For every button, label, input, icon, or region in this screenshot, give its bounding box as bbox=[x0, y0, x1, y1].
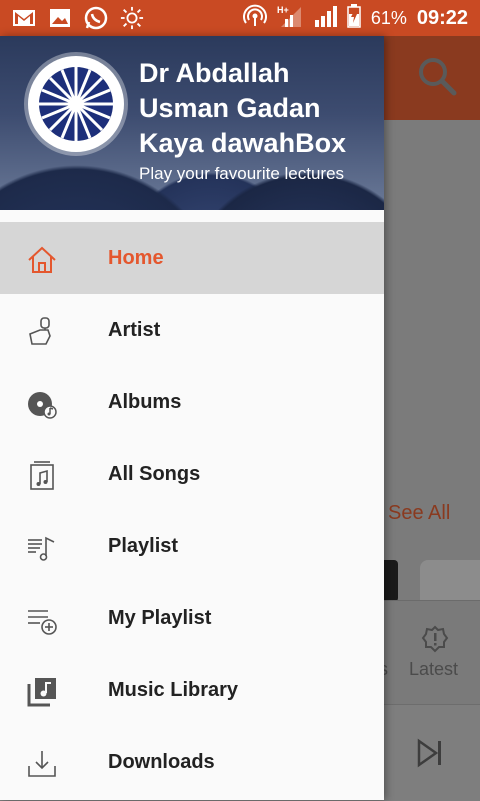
menu-label: Artist bbox=[108, 318, 161, 341]
album-thumbnail[interactable] bbox=[420, 560, 480, 602]
app-subtitle: Play your favourite lectures bbox=[139, 164, 345, 183]
album-thumbnail[interactable] bbox=[384, 560, 398, 602]
clock: 09:22 bbox=[416, 6, 468, 29]
menu-item-albums[interactable]: Albums bbox=[0, 366, 384, 438]
songs-icon bbox=[26, 460, 58, 492]
battery-percent: 61% bbox=[370, 7, 407, 28]
menu-item-all-songs[interactable]: All Songs bbox=[0, 438, 384, 510]
app-logo bbox=[28, 56, 124, 152]
menu-item-downloads[interactable]: Downloads bbox=[0, 726, 384, 798]
svg-text:H+: H+ bbox=[277, 5, 289, 15]
network-hplus-icon: H+ bbox=[277, 3, 303, 34]
download-icon bbox=[26, 748, 58, 780]
menu-label: Albums bbox=[108, 390, 182, 413]
see-all-link[interactable]: See All bbox=[388, 502, 450, 525]
home-icon bbox=[26, 244, 58, 276]
latest-icon bbox=[421, 625, 449, 658]
gallery-icon bbox=[48, 6, 72, 30]
menu-item-my-playlist[interactable]: My Playlist bbox=[0, 582, 384, 654]
add-playlist-icon bbox=[26, 604, 58, 636]
tab-latest[interactable]: Latest bbox=[409, 659, 458, 680]
battery-icon bbox=[347, 3, 361, 33]
playlist-icon bbox=[26, 532, 58, 564]
menu-item-home[interactable]: Home bbox=[0, 222, 384, 294]
menu-item-artist[interactable]: Artist bbox=[0, 294, 384, 366]
menu-label: My Playlist bbox=[108, 606, 212, 629]
menu-label: All Songs bbox=[108, 462, 201, 485]
status-bar: H+ 61% 09:22 bbox=[0, 0, 480, 36]
menu-label: Music Library bbox=[108, 678, 239, 701]
menu-item-playlist[interactable]: Playlist bbox=[0, 510, 384, 582]
album-icon bbox=[26, 388, 58, 420]
menu-item-music-library[interactable]: Music Library bbox=[0, 654, 384, 726]
library-icon bbox=[26, 676, 58, 708]
menu-label: Playlist bbox=[108, 534, 179, 557]
whatsapp-icon bbox=[84, 6, 108, 30]
drawer-header: Dr Abdallah Usman Gadan Kaya dawahBox Pl… bbox=[0, 36, 384, 210]
menu-label: Home bbox=[108, 246, 164, 269]
skip-next-icon[interactable] bbox=[416, 738, 446, 773]
search-icon[interactable] bbox=[417, 56, 457, 96]
artist-icon bbox=[26, 316, 58, 348]
signal-icon bbox=[313, 4, 337, 33]
brightness-icon bbox=[120, 6, 144, 30]
menu-label: Downloads bbox=[108, 750, 215, 773]
drawer-menu: Home Artist Albums All Songs Playlist My… bbox=[0, 222, 384, 798]
navigation-drawer: Dr Abdallah Usman Gadan Kaya dawahBox Pl… bbox=[0, 36, 384, 800]
hotspot-icon bbox=[242, 4, 267, 33]
app-title: Dr Abdallah Usman Gadan Kaya dawahBox bbox=[139, 58, 347, 158]
gmail-icon bbox=[12, 6, 36, 30]
